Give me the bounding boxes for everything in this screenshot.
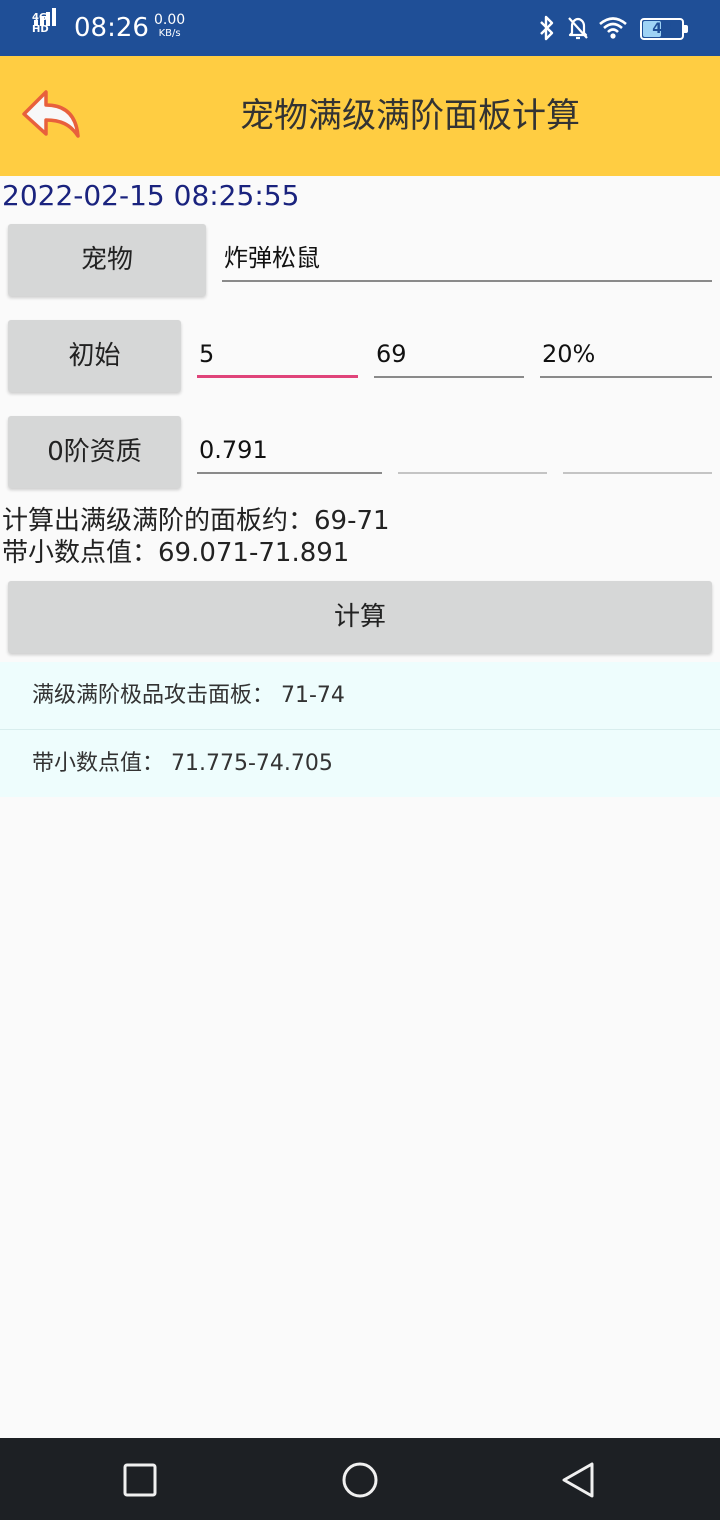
- bluetooth-icon: [540, 15, 554, 41]
- list-item[interactable]: 满级满阶极品攻击面板： 71-74: [0, 662, 720, 729]
- quality-button[interactable]: 0阶资质: [8, 416, 181, 488]
- bell-off-icon: [568, 17, 588, 40]
- recent-apps-button[interactable]: [118, 1458, 162, 1502]
- timestamp: 2022-02-15 08:25:55: [2, 179, 300, 212]
- battery-level: 48: [652, 21, 672, 37]
- nav-back-button[interactable]: [556, 1458, 600, 1502]
- back-icon: [562, 1462, 594, 1498]
- app-toolbar: 宠物满级满阶面板计算: [0, 56, 720, 176]
- quality-input-3[interactable]: [563, 414, 712, 474]
- signal-indicator: 4G HD: [32, 8, 66, 40]
- navigation-bar: [0, 1438, 720, 1520]
- pet-name-input[interactable]: 炸弹松鼠: [222, 222, 712, 282]
- recent-apps-icon: [123, 1463, 157, 1497]
- status-icons: 48: [538, 14, 688, 42]
- wifi-icon: [599, 17, 627, 39]
- status-time: 08:26: [74, 13, 149, 43]
- decimal-result-text: 带小数点值：69.071-71.891: [2, 538, 350, 568]
- home-icon: [342, 1462, 378, 1498]
- page-title: 宠物满级满阶面板计算: [240, 96, 580, 136]
- back-button[interactable]: [16, 80, 88, 152]
- network-speed-unit: KB/s: [158, 28, 181, 39]
- calculate-button[interactable]: 计算: [8, 581, 712, 653]
- home-button[interactable]: [338, 1458, 382, 1502]
- list-item[interactable]: 带小数点值： 71.775-74.705: [0, 730, 720, 797]
- initial-button[interactable]: 初始: [8, 320, 181, 392]
- back-arrow-icon: [22, 90, 80, 138]
- network-speed-value: 0.00: [154, 12, 186, 28]
- network-speed: 0.00 KB/s: [154, 12, 186, 40]
- status-bar: 4G HD 08:26 0.00 KB/s: [0, 0, 720, 56]
- quality-input-2[interactable]: [398, 414, 547, 474]
- pet-button[interactable]: 宠物: [8, 224, 206, 296]
- initial-percent-input[interactable]: 20%: [540, 318, 712, 378]
- quality-input-1[interactable]: 0.791: [197, 414, 382, 474]
- battery-icon: 48: [640, 18, 688, 40]
- panel-result-text: 计算出满级满阶的面板约：69-71: [2, 506, 390, 536]
- initial-value-input[interactable]: 69: [374, 318, 524, 378]
- initial-level-input[interactable]: 5: [197, 318, 358, 378]
